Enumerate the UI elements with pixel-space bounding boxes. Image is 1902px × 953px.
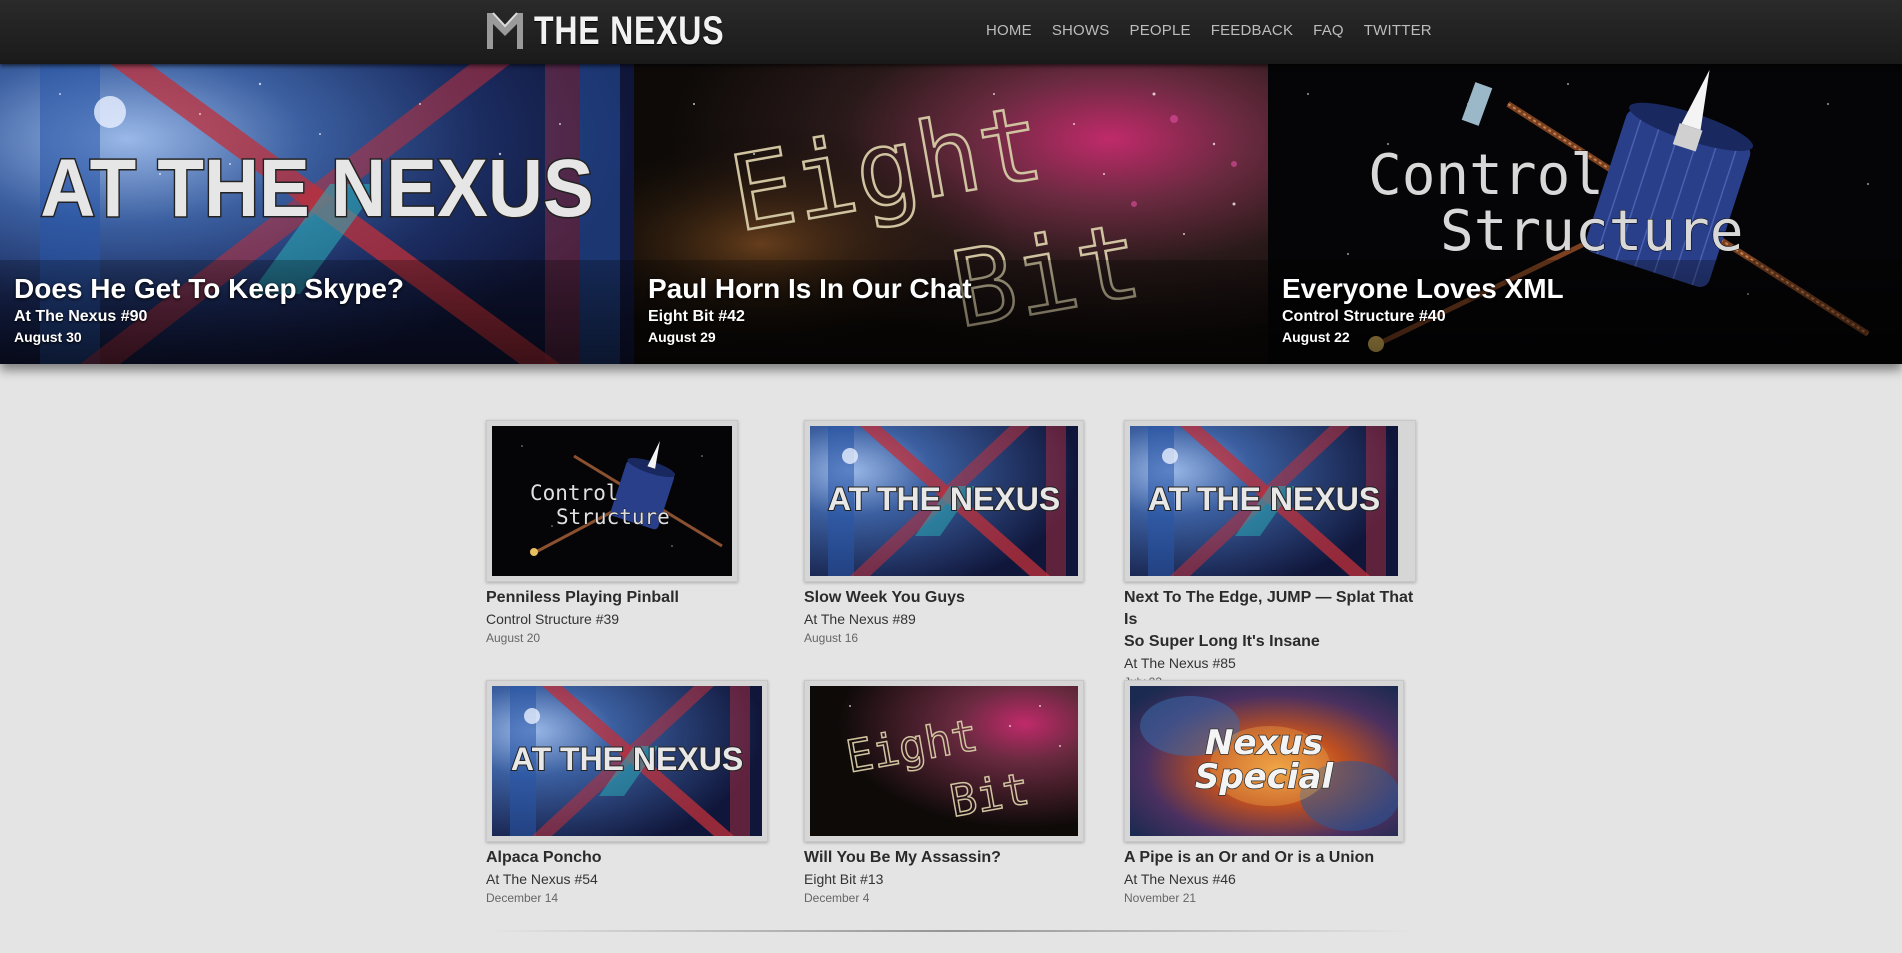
eight-bit-thumbnail: Eight Bit [810, 686, 1078, 836]
episode-show: At The Nexus #85 [1124, 655, 1236, 671]
episode-title[interactable]: Next To The Edge, JUMP — Splat That Is S… [1124, 587, 1416, 653]
episode-show: Control Structure #39 [486, 611, 620, 627]
hero-caption: Does He Get To Keep Skype? At The Nexus … [14, 272, 404, 346]
at-the-nexus-thumbnail: AT THE NEXUS [492, 686, 762, 836]
featured-title[interactable]: Everyone Loves XML [1282, 272, 1564, 306]
featured-date: August 30 [14, 329, 82, 345]
thumb-art-text-2: Special [1195, 757, 1335, 797]
featured-date: August 29 [648, 329, 716, 345]
nav-faq[interactable]: FAQ [1313, 22, 1344, 39]
at-the-nexus-thumbnail: AT THE NEXUS [1130, 426, 1398, 576]
episode-card: Eight Bit Will You Be My Assassin? Eight… [804, 680, 1084, 907]
episode-card: Control Structure Penniless Playing Pinb… [486, 420, 738, 647]
site-logo-text: THE NEXUS [534, 8, 725, 53]
episode-title[interactable]: Slow Week You Guys [804, 587, 1084, 609]
episode-card: AT THE NEXUS Slow Week You Guys At The N… [804, 420, 1084, 647]
nav-people[interactable]: PEOPLE [1129, 22, 1190, 39]
episode-show: At The Nexus #89 [804, 611, 916, 627]
episode-thumbnail-link[interactable]: Nexus Special [1124, 680, 1404, 842]
hero-art-text-2: Structure [1440, 199, 1743, 264]
control-structure-thumbnail: Control Structure [492, 426, 732, 576]
episode-card: AT THE NEXUS Alpaca Poncho At The Nexus … [486, 680, 768, 907]
nav-twitter[interactable]: TWITTER [1364, 22, 1432, 39]
episode-thumbnail-link[interactable]: AT THE NEXUS [1124, 420, 1416, 582]
footer-divider [488, 930, 1412, 932]
nav-home[interactable]: HOME [986, 22, 1032, 39]
episode-date: December 4 [804, 891, 870, 905]
thumb-art-text-2: Structure [556, 505, 670, 529]
hero-caption: Paul Horn Is In Our Chat Eight Bit #42 A… [648, 272, 972, 346]
nexus-special-thumbnail: Nexus Special [1130, 686, 1398, 836]
episode-thumbnail-link[interactable]: AT THE NEXUS [486, 680, 768, 842]
main-nav: HOME SHOWS PEOPLE FEEDBACK FAQ TWITTER [986, 22, 1452, 39]
episode-date: August 16 [804, 631, 859, 645]
episode-show: At The Nexus #54 [486, 871, 598, 887]
featured-card-at-the-nexus-90[interactable]: AT THE NEXUS Does He Get To Keep Skype? … [0, 64, 634, 364]
nav-feedback[interactable]: FEEDBACK [1211, 22, 1293, 39]
hero-caption: Everyone Loves XML Control Structure #40… [1282, 272, 1564, 346]
featured-date: August 22 [1282, 329, 1350, 345]
nexus-logo-icon [487, 12, 523, 49]
episode-title-line-2: So Super Long It's Insane [1124, 633, 1320, 650]
episode-thumbnail-link[interactable]: Control Structure [486, 420, 738, 582]
site-logo-link[interactable]: THE NEXUS [484, 8, 772, 54]
featured-show: Eight Bit #42 [648, 308, 745, 325]
episode-thumbnail-link[interactable]: AT THE NEXUS [804, 420, 1084, 582]
thumb-art-text-1: Control [530, 481, 619, 505]
episode-thumbnail-link[interactable]: Eight Bit [804, 680, 1084, 842]
episode-title[interactable]: Alpaca Poncho [486, 847, 768, 869]
top-navigation-bar: THE NEXUS HOME SHOWS PEOPLE FEEDBACK FAQ… [0, 0, 1902, 64]
featured-title[interactable]: Paul Horn Is In Our Chat [648, 272, 972, 306]
episode-date: August 20 [486, 631, 541, 645]
featured-episodes: AT THE NEXUS Does He Get To Keep Skype? … [0, 64, 1902, 364]
episode-date: November 21 [1124, 891, 1197, 905]
episode-card: Nexus Special A Pipe is an Or and Or is … [1124, 680, 1404, 907]
featured-card-control-structure-40[interactable]: Control Structure Everyone Loves XML Con… [1268, 64, 1902, 364]
episode-title[interactable]: Will You Be My Assassin? [804, 847, 1084, 869]
thumb-art-text: AT THE NEXUS [1148, 481, 1380, 517]
thumb-art-text: AT THE NEXUS [828, 481, 1060, 517]
featured-show: Control Structure #40 [1282, 308, 1446, 325]
at-the-nexus-thumbnail: AT THE NEXUS [810, 426, 1078, 576]
hero-art-text: AT THE NEXUS [40, 141, 594, 233]
episode-show: At The Nexus #46 [1124, 871, 1236, 887]
episode-title-line-1: Next To The Edge, JUMP — Splat That Is [1124, 589, 1414, 628]
featured-card-eight-bit-42[interactable]: Eight Bit Paul Horn Is In Our Chat Eight… [634, 64, 1268, 364]
featured-show: At The Nexus #90 [14, 308, 148, 325]
episode-title[interactable]: Penniless Playing Pinball [486, 587, 738, 609]
nav-shows[interactable]: SHOWS [1052, 22, 1110, 39]
episode-card: AT THE NEXUS Next To The Edge, JUMP — Sp… [1124, 420, 1416, 691]
episode-show: Eight Bit #13 [804, 871, 884, 887]
thumb-art-text: AT THE NEXUS [511, 741, 743, 777]
episode-date: December 14 [486, 891, 559, 905]
featured-title[interactable]: Does He Get To Keep Skype? [14, 272, 404, 306]
episode-title[interactable]: A Pipe is an Or and Or is a Union [1124, 847, 1404, 869]
